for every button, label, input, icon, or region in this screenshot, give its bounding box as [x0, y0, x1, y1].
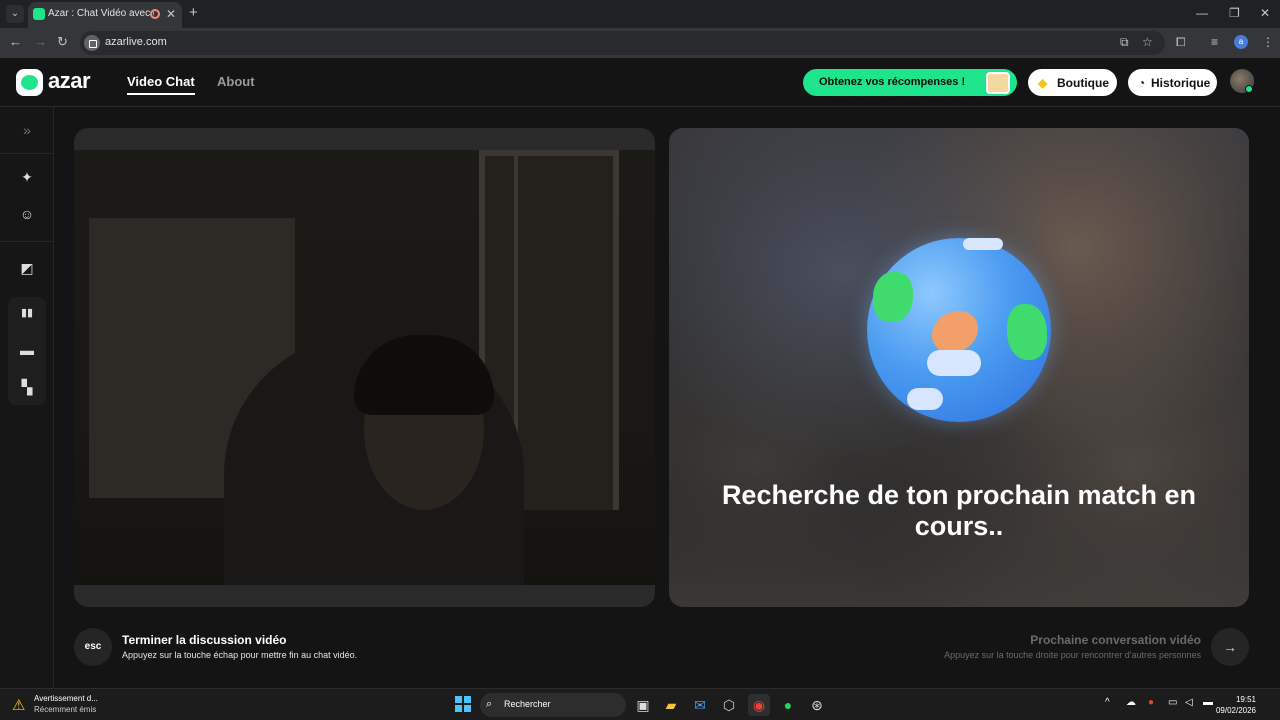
sticker-icon[interactable]: ☺	[9, 199, 45, 229]
globe-icon	[867, 238, 1051, 422]
shop-label: Boutique	[1057, 76, 1109, 90]
match-search-status: Recherche de ton prochain match en cours…	[721, 480, 1197, 541]
end-call-button[interactable]: esc	[74, 628, 112, 666]
battery-icon[interactable]: ▬	[1203, 697, 1213, 708]
clock-icon: ◔	[1138, 76, 1146, 90]
spotify-icon[interactable]: ●	[777, 694, 799, 716]
next-call-title: Prochaine conversation vidéo	[1030, 633, 1201, 647]
call-controls: esc Terminer la discussion vidéo Appuyez…	[54, 627, 1280, 677]
taskbar-search-label: Rechercher	[504, 699, 551, 709]
expand-icon[interactable]: »	[9, 115, 45, 145]
self-video-panel	[74, 128, 655, 607]
cast-icon[interactable]: ⧉	[1120, 35, 1129, 50]
extensions-icon[interactable]: ⧠	[1176, 35, 1186, 50]
browser-tab[interactable]: Azar : Chat Vidéo avec de ✕	[28, 2, 182, 28]
browser-tab-bar: ⌄ Azar : Chat Vidéo avec de ✕ + — ❐ ✕	[0, 0, 1280, 28]
back-icon[interactable]: ←	[9, 34, 22, 49]
url-text: azarlive.com	[105, 36, 167, 48]
site-header: azar Video Chat About Obtenez vos récomp…	[0, 58, 1280, 107]
globe-land	[1007, 304, 1047, 360]
forward-icon[interactable]: →	[34, 34, 47, 49]
notification-title[interactable]: Avertissement d...	[34, 694, 98, 703]
windows-taskbar: ⚠ Avertissement d... Récemment émis ⌕ Re…	[0, 688, 1280, 720]
rewards-button[interactable]: Obtenez vos récompenses !	[803, 69, 1017, 96]
app-notification-icon[interactable]: ⊛	[806, 694, 828, 716]
diamond-icon: ◆	[1038, 76, 1048, 90]
shop-button[interactable]: ◆ Boutique	[1028, 69, 1117, 96]
rewards-label: Obtenez vos récompenses !	[819, 76, 966, 88]
bookmark-star-icon[interactable]: ☆	[1142, 35, 1153, 49]
online-status-icon	[1245, 85, 1253, 93]
nav-about[interactable]: About	[217, 74, 255, 89]
tab-title: Azar : Chat Vidéo avec de	[48, 8, 154, 19]
menu-icon[interactable]: ⋮	[1262, 35, 1274, 49]
reload-icon[interactable]: ↻	[57, 34, 68, 50]
chrome-icon[interactable]: ◉	[748, 694, 770, 716]
end-call-title: Terminer la discussion vidéo	[122, 633, 287, 647]
task-view-icon[interactable]: ▣	[632, 694, 654, 716]
profile-avatar[interactable]: a	[1234, 35, 1248, 49]
end-call-hint: Appuyez sur la touche échap pour mettre …	[122, 650, 358, 660]
image-filter-icon[interactable]: ◩	[9, 253, 45, 283]
sidebar-divider	[0, 153, 54, 154]
globe-cloud	[927, 350, 981, 376]
tray-overflow-icon[interactable]: ^	[1105, 697, 1110, 708]
azar-favicon-icon	[33, 8, 45, 20]
new-tab-button[interactable]: +	[189, 5, 198, 21]
onedrive-icon[interactable]: ☁	[1126, 697, 1136, 708]
layout-grid-icon[interactable]: ▚	[9, 372, 45, 402]
next-call-hint: Appuyez sur la touche droite pour rencon…	[944, 650, 1201, 660]
globe-land	[873, 272, 913, 322]
browser-toolbar: ← → ↻ azarlive.com ⧉ ☆ ⧠ ≡ a ⋮	[0, 28, 1280, 58]
site-info-icon[interactable]	[84, 35, 100, 51]
notification-subtitle: Récemment émis	[34, 705, 97, 714]
tab-search-button[interactable]: ⌄	[6, 5, 24, 23]
microphone-icon[interactable]: ●	[1148, 697, 1154, 708]
magic-wand-icon[interactable]: ✦	[9, 162, 45, 192]
search-icon: ⌕	[486, 698, 493, 710]
history-button[interactable]: ◔ Historique	[1128, 69, 1217, 96]
next-call-button[interactable]: →	[1211, 628, 1249, 666]
windows-start-icon[interactable]	[455, 696, 471, 712]
nav-video-chat[interactable]: Video Chat	[127, 74, 195, 95]
maximize-button[interactable]: ❐	[1229, 6, 1240, 20]
system-clock[interactable]: 19:51 09/02/2026	[1216, 694, 1256, 716]
match-video-panel: Recherche de ton prochain match en cours…	[669, 128, 1249, 607]
file-explorer-icon[interactable]: ▰	[660, 694, 682, 716]
sidebar-divider	[0, 241, 54, 242]
app-icon[interactable]: ⬡	[718, 694, 740, 716]
self-camera-feed	[74, 150, 655, 585]
globe-cloud	[963, 238, 1003, 250]
recording-icon	[150, 9, 160, 19]
mail-icon[interactable]: ✉	[689, 694, 711, 716]
layout-stacked-icon[interactable]: ▬	[9, 335, 45, 365]
display-icon[interactable]: ▭	[1168, 697, 1177, 708]
globe-cloud	[907, 388, 943, 410]
clock-time: 19:51	[1235, 695, 1256, 704]
logo-text[interactable]: azar	[48, 68, 91, 94]
azar-logo-icon[interactable]	[16, 69, 43, 96]
volume-icon[interactable]: ◁	[1185, 697, 1193, 708]
address-bar[interactable]: azarlive.com ⧉ ☆	[80, 31, 1165, 55]
taskbar-search[interactable]: ⌕ Rechercher	[480, 693, 626, 717]
close-window-button[interactable]: ✕	[1260, 6, 1270, 20]
gift-icon	[986, 72, 1010, 94]
minimize-button[interactable]: —	[1196, 6, 1208, 20]
video-chat-area: Recherche de ton prochain match en cours…	[54, 107, 1280, 688]
warning-icon[interactable]: ⚠	[12, 696, 25, 714]
close-tab-icon[interactable]: ✕	[166, 7, 176, 21]
layout-side-by-side-icon[interactable]: ▮▮	[9, 298, 45, 328]
media-control-icon[interactable]: ≡	[1211, 35, 1218, 49]
history-label: Historique	[1151, 76, 1211, 90]
clock-date: 09/02/2026	[1215, 706, 1256, 715]
sidebar: » ✦ ☺ ◩ ▮▮ ▬ ▚	[0, 107, 54, 688]
